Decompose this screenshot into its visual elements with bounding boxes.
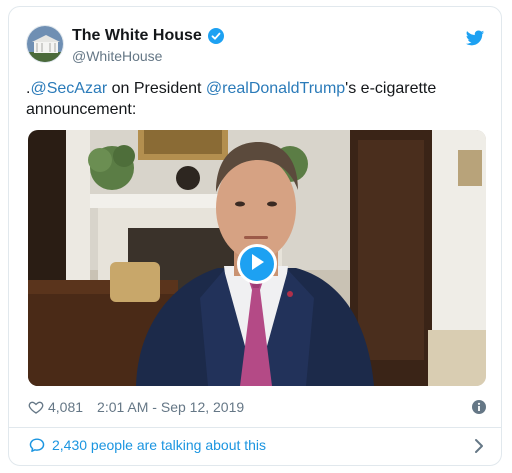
conversation-label[interactable]: 2,430 people are talking about this <box>52 437 266 453</box>
info-icon[interactable] <box>472 400 486 414</box>
tweet-meta-row: 4,081 2:01 AM - Sep 12, 2019 <box>28 399 486 415</box>
heart-icon[interactable] <box>28 399 44 415</box>
tweet-text: .@SecAzar on President @realDonaldTrump'… <box>26 78 486 120</box>
chevron-right-icon[interactable] <box>472 438 486 454</box>
play-button[interactable] <box>237 244 277 284</box>
mention-realdonaldtrump-link[interactable]: @realDonaldTrump <box>206 80 345 97</box>
play-icon <box>249 253 265 276</box>
mention-secazar-link[interactable]: @SecAzar <box>30 80 107 97</box>
twitter-bird-icon[interactable] <box>465 28 485 48</box>
divider <box>9 427 501 428</box>
tweet-timestamp[interactable]: 2:01 AM - Sep 12, 2019 <box>97 399 244 415</box>
tweet-text-middle: on President <box>107 80 206 97</box>
tweet-card[interactable]: The White House @WhiteHouse .@SecAzar on… <box>8 6 502 466</box>
account-name[interactable]: The White House <box>72 27 202 45</box>
speech-bubble-icon <box>28 437 46 453</box>
account-name-row[interactable]: The White House <box>72 27 224 45</box>
avatar[interactable] <box>26 25 64 63</box>
account-handle[interactable]: @WhiteHouse <box>72 48 162 64</box>
conversation-link[interactable]: 2,430 people are talking about this <box>28 437 486 453</box>
verified-badge-icon <box>207 28 224 44</box>
like-count[interactable]: 4,081 <box>48 399 83 415</box>
